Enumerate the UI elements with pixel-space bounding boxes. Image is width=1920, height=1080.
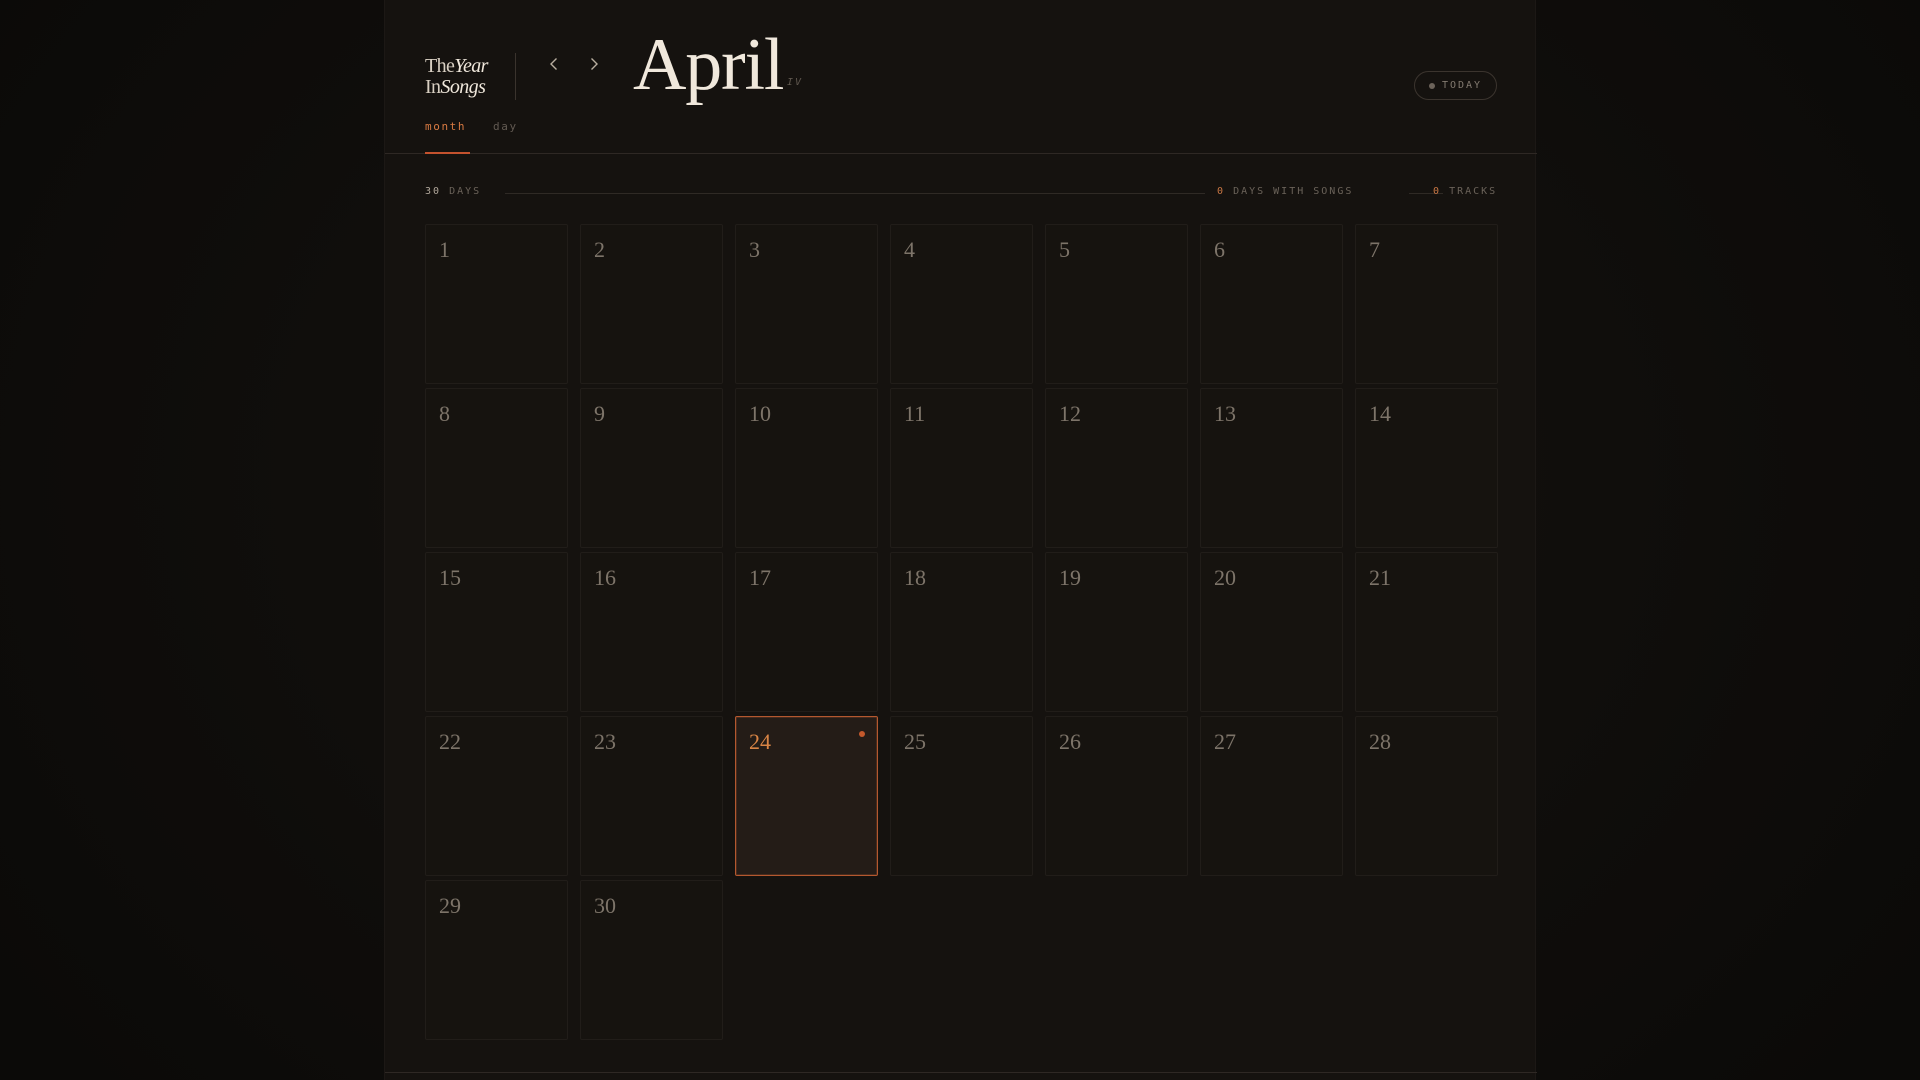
calendar-day-cell[interactable]: 18 xyxy=(890,552,1033,712)
day-number: 27 xyxy=(1214,729,1236,754)
day-number: 9 xyxy=(594,401,605,426)
calendar-day-cell[interactable]: 6 xyxy=(1200,224,1343,384)
logo-text-italic: Songs xyxy=(440,76,486,98)
calendar-day-cell[interactable]: 23 xyxy=(580,716,723,876)
day-number: 7 xyxy=(1369,237,1380,262)
calendar-grid: 1 2 3 4 5 6 7 8 9 10 11 12 13 14 15 16 17 18 19 20 21 22 23 24 2… xyxy=(425,224,1498,1040)
day-number: 4 xyxy=(904,237,915,262)
calendar-day-cell[interactable]: 29 xyxy=(425,880,568,1040)
calendar-day-cell[interactable]: 3 xyxy=(735,224,878,384)
logo-text: The xyxy=(425,55,455,77)
day-number: 20 xyxy=(1214,565,1236,590)
calendar-day-cell[interactable]: 16 xyxy=(580,552,723,712)
stats-divider-line xyxy=(505,193,1205,194)
footer-divider xyxy=(385,1072,1537,1073)
calendar-day-cell[interactable]: 30 xyxy=(580,880,723,1040)
calendar-day-cell[interactable]: 5 xyxy=(1045,224,1188,384)
day-number: 1 xyxy=(439,237,450,262)
day-number: 26 xyxy=(1059,729,1081,754)
day-number: 28 xyxy=(1369,729,1391,754)
stat-days-count: 30 xyxy=(425,186,442,197)
stat-tracks-label: TRACKS xyxy=(1449,186,1498,197)
tab-day[interactable]: day xyxy=(493,120,518,133)
calendar-day-cell[interactable]: 22 xyxy=(425,716,568,876)
calendar-day-cell[interactable]: 20 xyxy=(1200,552,1343,712)
today-indicator-dot xyxy=(859,731,865,737)
calendar-day-cell[interactable]: 26 xyxy=(1045,716,1188,876)
stat-days: 30 DAYS xyxy=(425,186,481,197)
logo-text: In xyxy=(425,76,441,98)
day-number: 17 xyxy=(749,565,771,590)
calendar-day-cell[interactable]: 17 xyxy=(735,552,878,712)
day-number: 14 xyxy=(1369,401,1391,426)
stat-tracks: 0 TRACKS xyxy=(1433,186,1497,197)
day-number: 15 xyxy=(439,565,461,590)
calendar-day-cell[interactable]: 27 xyxy=(1200,716,1343,876)
calendar-day-cell[interactable]: 10 xyxy=(735,388,878,548)
today-button-label: TODAY xyxy=(1441,80,1483,91)
header: TheYear InSongs April IV TODAY month day xyxy=(385,0,1537,154)
day-number: 30 xyxy=(594,893,616,918)
calendar-day-cell-today[interactable]: 24 xyxy=(735,716,878,876)
day-number: 18 xyxy=(904,565,926,590)
calendar-day-cell[interactable]: 2 xyxy=(580,224,723,384)
calendar-day-cell[interactable]: 9 xyxy=(580,388,723,548)
day-number: 2 xyxy=(594,237,605,262)
day-number: 19 xyxy=(1059,565,1081,590)
month-roman-numeral: IV xyxy=(787,77,804,88)
calendar-day-cell[interactable]: 11 xyxy=(890,388,1033,548)
day-number: 3 xyxy=(749,237,760,262)
day-number: 11 xyxy=(904,401,926,426)
active-tab-indicator xyxy=(425,152,470,154)
day-number: 21 xyxy=(1369,565,1391,590)
app-frame: TheYear InSongs April IV TODAY month day… xyxy=(384,0,1537,1080)
day-number: 12 xyxy=(1059,401,1081,426)
divider xyxy=(515,53,516,100)
calendar-day-cell[interactable]: 28 xyxy=(1355,716,1498,876)
calendar-day-cell[interactable]: 7 xyxy=(1355,224,1498,384)
calendar-day-cell[interactable]: 14 xyxy=(1355,388,1498,548)
stat-days-label: DAYS xyxy=(449,186,482,197)
today-button[interactable]: TODAY xyxy=(1414,71,1497,100)
day-number: 6 xyxy=(1214,237,1225,262)
day-number: 23 xyxy=(594,729,616,754)
calendar-day-cell[interactable]: 8 xyxy=(425,388,568,548)
calendar-day-cell[interactable]: 13 xyxy=(1200,388,1343,548)
tab-month[interactable]: month xyxy=(425,120,466,133)
day-number: 13 xyxy=(1214,401,1236,426)
stats-bar: 30 DAYS 0 DAYS WITH SONGS 0 TRACKS xyxy=(425,186,1497,200)
day-number: 29 xyxy=(439,893,461,918)
day-number: 24 xyxy=(749,729,771,754)
dot-icon xyxy=(1428,82,1435,89)
month-title: April xyxy=(633,24,784,106)
stat-days-with-songs-label: DAYS WITH SONGS xyxy=(1233,186,1354,197)
stat-days-with-songs-count: 0 xyxy=(1217,186,1226,197)
day-number: 22 xyxy=(439,729,461,754)
day-number: 16 xyxy=(594,565,616,590)
calendar-day-cell[interactable]: 15 xyxy=(425,552,568,712)
calendar-day-cell[interactable]: 21 xyxy=(1355,552,1498,712)
chevron-right-icon xyxy=(591,58,598,70)
logo: TheYear InSongs xyxy=(425,56,488,98)
day-number: 8 xyxy=(439,401,450,426)
chevron-left-icon xyxy=(550,58,557,70)
calendar-day-cell[interactable]: 1 xyxy=(425,224,568,384)
day-number: 10 xyxy=(749,401,771,426)
calendar-day-cell[interactable]: 19 xyxy=(1045,552,1188,712)
stat-tracks-count: 0 xyxy=(1433,186,1442,197)
calendar-day-cell[interactable]: 25 xyxy=(890,716,1033,876)
logo-text-italic: Year xyxy=(454,55,488,77)
next-month-button[interactable] xyxy=(582,52,606,76)
stat-days-with-songs: 0 DAYS WITH SONGS xyxy=(1217,186,1353,197)
day-number: 5 xyxy=(1059,237,1070,262)
day-number: 25 xyxy=(904,729,926,754)
calendar-day-cell[interactable]: 12 xyxy=(1045,388,1188,548)
prev-month-button[interactable] xyxy=(542,52,566,76)
calendar-day-cell[interactable]: 4 xyxy=(890,224,1033,384)
